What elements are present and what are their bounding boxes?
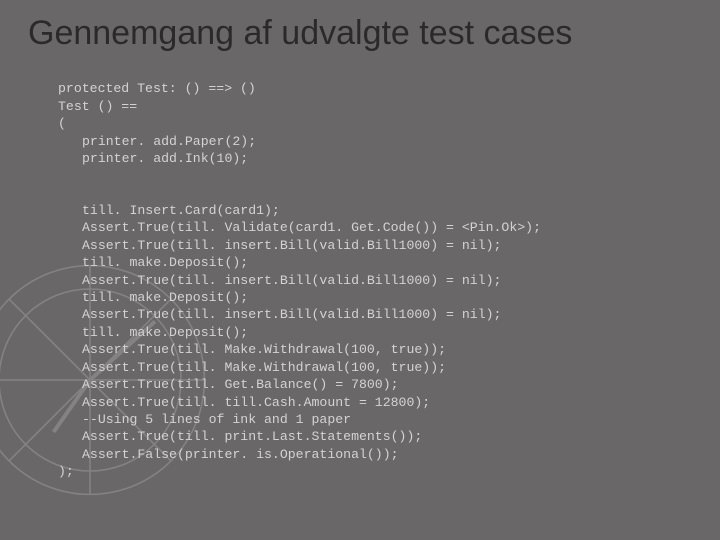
code-line: protected Test: () ==> (): [58, 81, 256, 96]
code-line: Assert.False(printer. is.Operational());: [58, 447, 399, 462]
code-line: printer. add.Paper(2);: [58, 134, 256, 149]
code-line: Assert.True(till. Validate(card1. Get.Co…: [58, 220, 541, 235]
code-line: till. make.Deposit();: [58, 255, 248, 270]
blank-line: [58, 168, 692, 185]
slide-container: Gennemgang af udvalgte test cases protec…: [0, 0, 720, 540]
code-line: Assert.True(till. Get.Balance() = 7800);: [58, 377, 399, 392]
code-line: Assert.True(till. till.Cash.Amount = 128…: [58, 395, 430, 410]
code-line: till. make.Deposit();: [58, 325, 248, 340]
slide-title: Gennemgang af udvalgte test cases: [28, 14, 692, 53]
code-line: Assert.True(till. insert.Bill(valid.Bill…: [58, 238, 501, 253]
code-line: Assert.True(till. Make.Withdrawal(100, t…: [58, 342, 446, 357]
code-line: Test () ==: [58, 99, 137, 114]
code-line: printer. add.Ink(10);: [58, 151, 248, 166]
code-line: Assert.True(till. insert.Bill(valid.Bill…: [58, 273, 501, 288]
code-line: (: [58, 116, 66, 131]
code-line: till. make.Deposit();: [58, 290, 248, 305]
code-line: Assert.True(till. insert.Bill(valid.Bill…: [58, 307, 501, 322]
code-line: );: [58, 464, 74, 479]
code-line: --Using 5 lines of ink and 1 paper: [58, 412, 351, 427]
code-line: till. Insert.Card(card1);: [58, 203, 280, 218]
code-line: Assert.True(till. print.Last.Statements(…: [58, 429, 422, 444]
code-line: Assert.True(till. Make.Withdrawal(100, t…: [58, 360, 446, 375]
code-block: protected Test: () ==> () Test () == ( p…: [28, 63, 692, 498]
